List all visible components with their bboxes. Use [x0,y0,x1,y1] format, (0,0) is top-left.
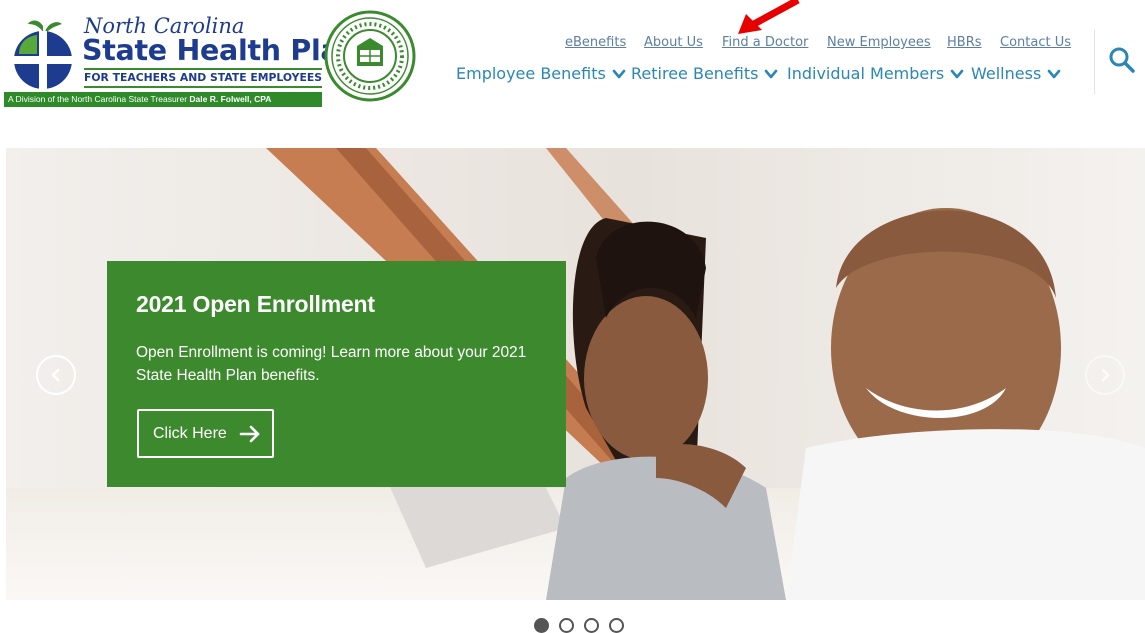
util-link-new-employees[interactable]: New Employees [827,35,931,50]
util-link-ebenefits[interactable]: eBenefits [565,35,626,50]
carousel-dot-2[interactable] [559,618,574,633]
logo-division-name: Dale R. Folwell, CPA [189,94,272,104]
nav-wellness[interactable]: Wellness [971,64,1061,83]
logo-line-shp: State Health Plan [82,34,360,67]
chevron-right-icon [1101,368,1110,382]
nav-label: Employee Benefits [456,64,606,83]
nav-employee-benefits[interactable]: Employee Benefits [456,64,626,83]
logo-division-band: A Division of the North Carolina State T… [4,92,322,107]
chevron-down-icon [612,69,626,78]
search-divider [1094,30,1095,94]
carousel-dot-1[interactable] [534,618,549,633]
logo-wordmark: North Carolina State Health Plan FOR TEA… [4,8,360,108]
util-link-hbrs[interactable]: HBRs [947,35,982,50]
chevron-down-icon [1047,69,1061,78]
click-here-button[interactable]: Click Here [137,409,274,458]
site-logo[interactable]: North Carolina State Health Plan FOR TEA… [4,8,416,112]
chevron-left-icon [51,368,60,382]
annotation-arrow-icon [738,0,800,34]
carousel-prev-button[interactable] [36,355,76,395]
chevron-down-icon [765,69,778,78]
util-link-contact-us[interactable]: Contact Us [1000,35,1071,50]
main-nav: Employee Benefits Retiree Benefits Indiv… [450,64,1070,88]
logo-rule-top [84,68,322,70]
promo-text: Open Enrollment is coming! Learn more ab… [136,344,527,384]
hero-carousel: 2021 Open Enrollment Open Enrollment is … [6,148,1145,600]
nav-label: Individual Members [787,64,945,83]
nav-individual-members[interactable]: Individual Members [787,64,964,83]
apple-cross-icon [14,20,72,89]
treasurer-seal-icon [324,10,416,102]
promo-title: 2021 Open Enrollment [136,291,375,317]
util-link-about-us[interactable]: About Us [644,35,703,50]
nav-label: Wellness [971,64,1042,83]
carousel-dot-3[interactable] [584,618,599,633]
click-here-label: Click Here [153,424,227,442]
logo-division-prefix: A Division of the North Carolina State T… [8,94,190,104]
arrow-right-icon [239,425,260,442]
logo-line-sub: FOR TEACHERS AND STATE EMPLOYEES [84,71,323,84]
carousel-next-button[interactable] [1085,355,1125,395]
carousel-pagination [534,618,634,633]
carousel-dot-4[interactable] [609,618,624,633]
logo-rule-bottom [84,86,322,88]
chevron-down-icon [950,69,964,78]
nav-label: Retiree Benefits [631,64,759,83]
promo-card: 2021 Open Enrollment Open Enrollment is … [107,261,566,487]
nav-retiree-benefits[interactable]: Retiree Benefits [631,64,778,83]
search-icon[interactable] [1105,43,1139,77]
